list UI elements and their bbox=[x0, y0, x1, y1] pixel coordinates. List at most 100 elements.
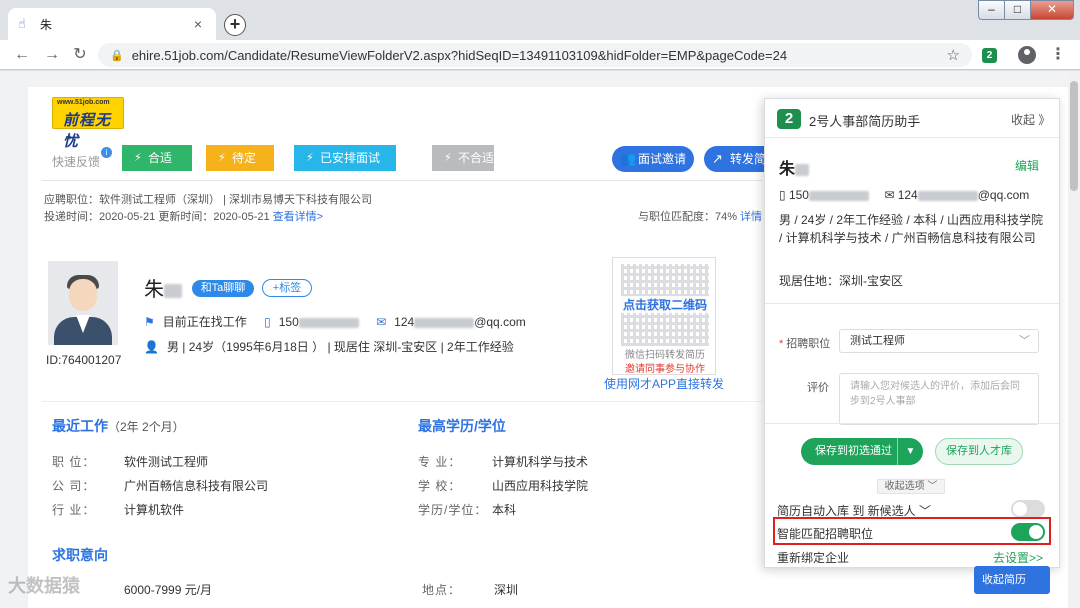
match-detail-text[interactable]: 详情 bbox=[740, 211, 762, 223]
match-detail-link[interactable]: 详情 bbox=[740, 208, 762, 224]
name-text: 朱 bbox=[144, 279, 164, 301]
get-qr-link[interactable]: 点击获取二维码 bbox=[613, 296, 715, 313]
panel-contact: ▯ 150 ✉ 124 @qq.com bbox=[779, 188, 1029, 202]
edu-field-label: 学历/学位： bbox=[418, 503, 488, 517]
resume-assistant-panel: 2 2号人事部简历助手 收起 》 朱 编辑 ▯ 150 ✉ 124 @qq.com… bbox=[764, 98, 1060, 568]
forward-resume-button[interactable]: ↗ 转发简历 bbox=[704, 146, 768, 172]
view-detail-link[interactable]: 查看详情> bbox=[273, 211, 323, 223]
feedback-suitable-button[interactable]: ⚡ 合适 bbox=[122, 145, 192, 171]
basic-info-line: 👤 男 | 24岁（1995年6月18日 ） | 现居住 深圳-宝安区 | 2年工… bbox=[144, 338, 514, 355]
section-title: 最近工作 bbox=[52, 418, 108, 434]
panel-collapse-button[interactable]: 收起 》 bbox=[1011, 111, 1050, 128]
page-scrollbar[interactable] bbox=[1068, 71, 1080, 608]
feedback-pending-button[interactable]: ⚡ 待定 bbox=[206, 145, 274, 171]
bolt-icon: ⚡ bbox=[218, 152, 226, 164]
window-controls: – □ ✕ bbox=[978, 0, 1074, 20]
feedback-label: 已安排面试 bbox=[320, 151, 381, 165]
app-forward-link[interactable]: 使用网才APP直接转发 bbox=[604, 375, 724, 392]
feedback-interview-arranged-button[interactable]: ⚡ 已安排面试 bbox=[294, 145, 396, 171]
job-intent-title: 求职意向 bbox=[52, 547, 108, 563]
logo-text: 前程无忧 bbox=[63, 112, 112, 150]
qr-code-box[interactable]: 点击获取二维码 微信扫码转发简历 邀请同事参与协作 bbox=[612, 257, 716, 375]
browser-tab[interactable]: ☝ 朱 × bbox=[8, 8, 216, 40]
chevron-down-icon: ﹀ bbox=[1019, 335, 1030, 347]
add-tag-button[interactable]: +标签 bbox=[262, 279, 312, 297]
info-icon[interactable]: i bbox=[101, 147, 112, 158]
interview-label: 面试邀请 bbox=[638, 152, 687, 166]
minimize-button[interactable]: – bbox=[978, 0, 1004, 20]
email-suffix: @qq.com bbox=[474, 315, 526, 329]
phone-text: 150 bbox=[278, 315, 299, 329]
panel-candidate-name: 朱 bbox=[779, 155, 810, 179]
required-mark: * bbox=[779, 338, 784, 350]
review-label: 评价 bbox=[807, 382, 829, 394]
watermark: 大数据猿 bbox=[8, 576, 80, 596]
email-prefix: 124 bbox=[394, 315, 415, 329]
profile-icon[interactable] bbox=[1018, 46, 1036, 64]
phone-icon: ▯ bbox=[264, 315, 271, 329]
auto-import-toggle[interactable] bbox=[1011, 500, 1045, 518]
collapse-resume-button[interactable]: 收起简历 bbox=[974, 566, 1050, 594]
menu-kebab-icon[interactable]: ⋮ bbox=[1050, 45, 1066, 65]
red-highlight-box bbox=[773, 517, 1051, 545]
2hao-logo-icon: 2 bbox=[777, 109, 801, 129]
logo-url-text: www.51job.com bbox=[57, 99, 110, 106]
forward-icon: ↗ bbox=[712, 151, 723, 166]
panel-location: 现居住地：深圳-宝安区 bbox=[779, 274, 903, 288]
email-suffix: @qq.com bbox=[977, 188, 1030, 202]
recent-work-title: 最近工作（2年 2个月） bbox=[52, 416, 185, 436]
work-industry: 计算机软件 bbox=[124, 503, 185, 517]
mail-icon: ✉ bbox=[376, 315, 387, 329]
new-tab-button[interactable]: + bbox=[224, 14, 246, 36]
person-icon: 👤 bbox=[144, 340, 159, 354]
tab-close-icon[interactable]: × bbox=[190, 16, 206, 32]
time-line: 投递时间：2020-05-21 更新时间：2020-05-21 查看详情> bbox=[44, 208, 323, 224]
edit-link[interactable]: 编辑 bbox=[1015, 157, 1039, 174]
divider bbox=[765, 423, 1059, 424]
candidate-name: 朱 bbox=[144, 273, 182, 302]
save-to-screening-button[interactable]: 保存到初选通过 ▼ bbox=[801, 438, 923, 465]
phone-icon: ▯ bbox=[779, 188, 789, 202]
interview-invite-button[interactable]: 👥 面试邀请 bbox=[612, 146, 694, 172]
bolt-icon: ⚡ bbox=[444, 152, 452, 164]
basic-info: 男 | 24岁（1995年6月18日 ） | 现居住 深圳-宝安区 | 2年工作… bbox=[166, 340, 514, 354]
address-bar[interactable]: 🔒 ehire.51job.com/Candidate/ResumeViewFo… bbox=[98, 43, 972, 67]
work-field-label: 公 司： bbox=[52, 479, 96, 493]
forward-icon[interactable]: → bbox=[42, 45, 62, 65]
review-textarea[interactable]: 请输入您对候选人的评价，添加后会同步到2号人事部 bbox=[839, 373, 1039, 425]
maximize-button[interactable]: □ bbox=[1004, 0, 1030, 20]
bookmark-star-icon[interactable]: ☆ bbox=[947, 46, 960, 64]
scrollbar-thumb[interactable] bbox=[1070, 81, 1078, 191]
save-to-talent-pool-button[interactable]: 保存到人才库 bbox=[935, 438, 1023, 465]
select-value: 测试工程师 bbox=[850, 335, 905, 347]
tab-bar: ☝ 朱 × + – □ ✕ bbox=[0, 0, 1080, 40]
url-text[interactable]: ehire.51job.com/Candidate/ResumeViewFold… bbox=[132, 48, 947, 63]
toggle-knob bbox=[1013, 502, 1027, 516]
reload-icon[interactable]: ↻ bbox=[70, 45, 90, 65]
candidate-id: ID:764001207 bbox=[46, 353, 122, 367]
feedback-label: 待定 bbox=[232, 151, 257, 165]
close-window-button[interactable]: ✕ bbox=[1030, 0, 1074, 20]
back-icon[interactable]: ← bbox=[12, 45, 32, 65]
rebind-company-link[interactable]: 重新绑定企业 bbox=[777, 549, 849, 566]
masked-phone bbox=[808, 190, 869, 201]
extension-2hao-icon[interactable]: 2 bbox=[982, 48, 997, 63]
avatar bbox=[48, 261, 118, 345]
chevron-down-icon[interactable]: ▼ bbox=[897, 438, 923, 465]
contact-line: ⚑ 目前正在找工作 ▯ 150 ✉ 124 @qq.com bbox=[144, 313, 526, 330]
feedback-label: 不合适 bbox=[458, 151, 495, 165]
goto-settings-link[interactable]: 去设置>> bbox=[993, 549, 1043, 566]
people-icon: 👥 bbox=[620, 151, 637, 166]
edu-school: 山西应用科技学院 bbox=[492, 479, 589, 493]
divider bbox=[42, 180, 762, 181]
position-select[interactable]: 测试工程师 ﹀ bbox=[839, 329, 1039, 353]
fold-options-button[interactable]: 收起选项 ﹀ bbox=[877, 479, 945, 494]
masked-phone bbox=[298, 317, 359, 328]
email-prefix: 124 bbox=[897, 188, 918, 202]
51job-logo[interactable]: www.51job.com 前程无忧 bbox=[52, 97, 124, 150]
phone-text: 150 bbox=[788, 188, 809, 202]
mail-icon: ✉ bbox=[884, 188, 898, 202]
feedback-unsuitable-button[interactable]: ⚡ 不合适 bbox=[432, 145, 494, 171]
chat-button[interactable]: 和Ta聊聊 bbox=[192, 280, 254, 297]
tab-title: 朱 bbox=[40, 17, 53, 32]
